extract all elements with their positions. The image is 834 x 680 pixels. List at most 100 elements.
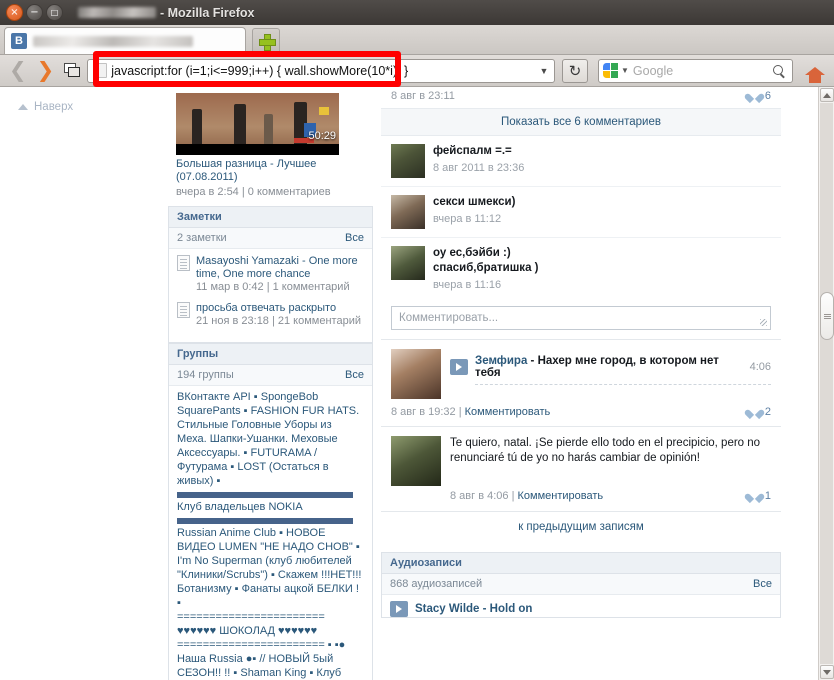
play-icon[interactable] — [450, 359, 468, 375]
video-list-item[interactable]: 50:29 Большая разница - Лучшее (07.08.20… — [168, 87, 373, 206]
page-viewport: Наверх 50:29 Большая разница - Лучшее (0… — [0, 87, 834, 680]
heart-icon — [749, 407, 761, 418]
notes-subheader: 2 заметки Все — [169, 228, 372, 249]
url-dropdown-icon[interactable]: ▼ — [536, 66, 552, 76]
post-time: 8 авг в 19:32 — [391, 406, 456, 418]
back-button[interactable]: ❮ — [6, 60, 30, 81]
audios-all-link[interactable]: Все — [753, 578, 772, 590]
close-window-button[interactable]: × — [6, 4, 23, 21]
comment-input-placeholder: Комментировать... — [399, 312, 499, 324]
show-all-comments-button[interactable]: Показать все 6 комментариев — [381, 108, 781, 136]
tab-groups-icon — [63, 63, 80, 77]
scrollbar-thumb[interactable] — [820, 292, 834, 340]
tab-strip: B — [0, 25, 834, 55]
search-icon[interactable] — [772, 63, 788, 79]
maximize-window-button[interactable]: □ — [46, 4, 63, 21]
page-scrollbar[interactable] — [818, 87, 834, 680]
groups-line-4[interactable]: ======================= ♥♥♥♥♥♥ ШОКОЛАД ♥… — [177, 610, 364, 638]
avatar[interactable] — [391, 436, 441, 486]
comment-link[interactable]: Комментировать — [518, 490, 604, 502]
note-title[interactable]: просьба отвечать раскрыто — [196, 302, 336, 314]
home-button[interactable] — [802, 59, 828, 83]
meta-separator: | — [241, 186, 245, 198]
like-counter[interactable]: 1 — [749, 490, 771, 502]
audio-attachment[interactable]: Земфира - Нахер мне город, в котором нет… — [450, 355, 771, 379]
scroll-to-top-link[interactable]: Наверх — [18, 101, 73, 113]
minimize-icon: − — [30, 7, 39, 18]
groups-line-3[interactable]: Russian Anime Club ▪ НОВОЕ ВИДЕО LUMEN "… — [177, 526, 364, 610]
reload-icon: ↻ — [568, 61, 582, 80]
url-bar[interactable]: javascript:for (i=1;i<=999;i++) { wall.s… — [87, 58, 555, 83]
note-item[interactable]: просьба отвечать раскрыто 21 ноя в 23:18… — [177, 302, 364, 328]
wall-post-text: Te quiero, natal. ¡Se pierde ello todo e… — [381, 426, 781, 486]
avatar[interactable] — [391, 349, 441, 399]
resize-handle-icon[interactable] — [760, 319, 767, 326]
minimize-window-button[interactable]: − — [26, 4, 43, 21]
audios-block: Аудиозаписи 868 аудиозаписей Все Stacy W… — [381, 552, 781, 618]
groups-line-5[interactable]: ======================= ▪ ▪● — [177, 638, 364, 652]
note-meta: 21 ноя в 23:18 | 21 комментарий — [196, 315, 361, 327]
comment-input[interactable]: Комментировать... — [391, 306, 771, 330]
note-title[interactable]: Masayoshi Yamazaki - One more time, One … — [196, 255, 358, 280]
vk-favicon-icon: B — [11, 33, 27, 49]
scroll-down-button[interactable] — [820, 665, 834, 679]
previous-records-link[interactable]: к предыдущим записям — [381, 511, 781, 543]
video-title[interactable]: Большая разница - Лучшее (07.08.2011) — [176, 158, 365, 184]
groups-count: 194 группы — [177, 369, 234, 381]
groups-line-6[interactable]: Наша Russia ●▪ // НОВЫЙ 5ый СЕЗОН!! !! ▪… — [177, 652, 364, 680]
close-icon: × — [10, 7, 19, 18]
search-bar[interactable]: ▼ Google — [598, 58, 793, 83]
groups-subheader: 194 группы Все — [169, 365, 372, 386]
search-engine-chevron-down-icon[interactable]: ▼ — [621, 66, 629, 75]
post-time: 8 авг в 23:11 — [391, 90, 455, 102]
video-comment-count[interactable]: 0 комментариев — [248, 186, 331, 198]
like-count: 6 — [764, 90, 771, 102]
reload-button[interactable]: ↻ — [562, 58, 588, 83]
comment-item: секси шмекси) вчера в 11:12 — [381, 187, 781, 238]
maximize-icon: □ — [50, 8, 59, 17]
heart-icon — [749, 491, 761, 502]
video-thumbnail[interactable]: 50:29 — [176, 93, 339, 155]
tab-groups-button[interactable] — [61, 60, 83, 82]
tab-title-redacted — [33, 35, 193, 47]
avatar[interactable] — [391, 144, 425, 178]
browser-tab-vk[interactable]: B — [4, 27, 246, 54]
audio-list-item[interactable]: Stacy Wilde - Hold on — [382, 595, 780, 617]
audio-duration: 4:06 — [749, 361, 771, 373]
groups-all-link[interactable]: Все — [345, 369, 364, 381]
comment-time: 8 авг 2011 в 23:36 — [433, 162, 525, 174]
triangle-up-icon — [823, 92, 831, 98]
audio-title: Stacy Wilde - Hold on — [415, 603, 533, 615]
search-input[interactable]: Google — [633, 64, 772, 78]
window-titlebar: × − □ - Mozilla Firefox — [0, 0, 834, 25]
notes-all-link[interactable]: Все — [345, 232, 364, 244]
groups-line-1[interactable]: ВКонтакте API ▪ SpongeBob SquarePants ▪ … — [177, 390, 364, 488]
avatar[interactable] — [391, 246, 425, 280]
groups-line-2[interactable]: Клуб владельцев NOKIA — [177, 500, 364, 514]
scroll-up-button[interactable] — [820, 88, 834, 102]
wall-post-audio: Земфира - Нахер мне город, в котором нет… — [381, 339, 781, 399]
video-time: вчера в 2:54 — [176, 186, 239, 198]
notes-body: Masayoshi Yamazaki - One more time, One … — [169, 249, 372, 342]
note-icon — [177, 255, 190, 271]
note-item[interactable]: Masayoshi Yamazaki - One more time, One … — [177, 255, 364, 294]
firefox-window: × − □ - Mozilla Firefox B ❮ ❯ javascript — [0, 0, 834, 680]
scrollbar-track[interactable] — [820, 103, 833, 664]
comment-link[interactable]: Комментировать — [465, 406, 551, 418]
divider — [475, 384, 771, 385]
audio-artist[interactable]: Земфира — [475, 355, 527, 367]
comment-text: оу ес,бэйби :) спасиб,братишка ) — [433, 247, 539, 274]
like-count: 1 — [764, 490, 771, 502]
new-tab-button[interactable] — [252, 28, 280, 54]
window-title: - Mozilla Firefox — [78, 6, 254, 20]
triangle-down-icon — [823, 669, 831, 675]
post-time: 8 авг в 4:06 — [450, 490, 509, 502]
like-counter[interactable]: 6 — [749, 90, 771, 102]
forward-button[interactable]: ❯ — [34, 60, 58, 81]
play-icon[interactable] — [390, 601, 408, 617]
post-footer: 8 авг в 4:06 | Комментировать — [450, 490, 603, 502]
audios-count: 868 аудиозаписей — [390, 578, 483, 590]
groups-header: Группы — [169, 343, 372, 365]
avatar[interactable] — [391, 195, 425, 229]
like-counter[interactable]: 2 — [749, 406, 771, 418]
